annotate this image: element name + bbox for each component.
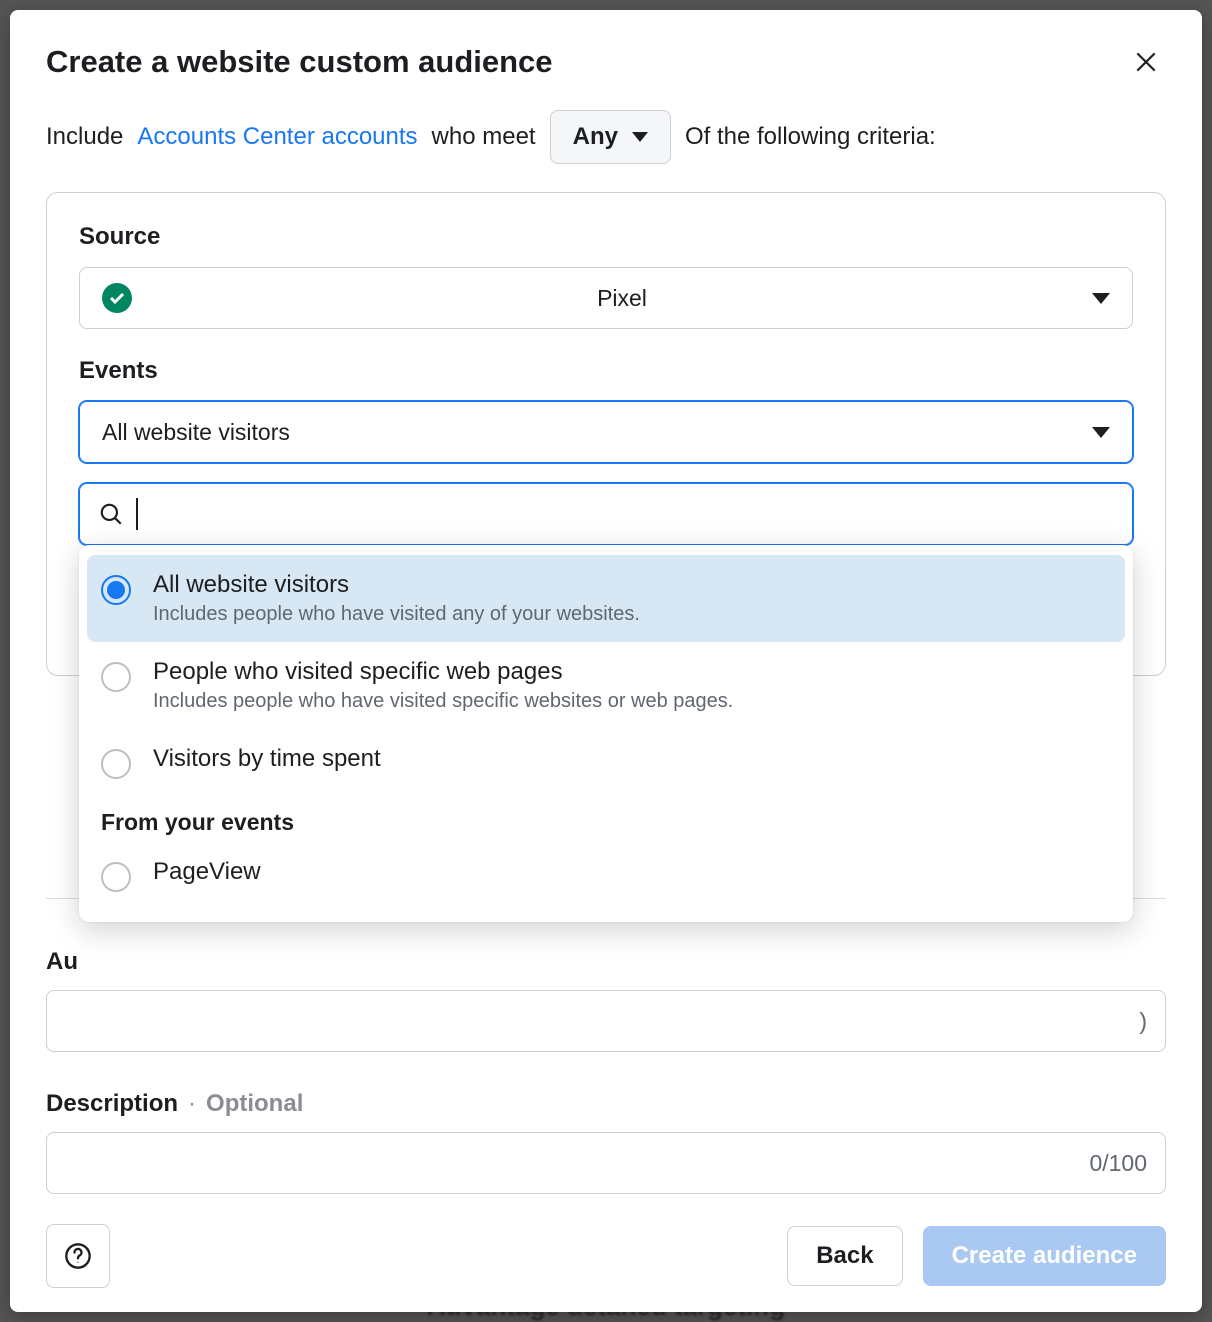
option-title: All website visitors	[153, 571, 1111, 599]
accounts-center-link[interactable]: Accounts Center accounts	[137, 123, 417, 151]
event-option-pageview[interactable]: PageView	[87, 842, 1125, 908]
option-title: Visitors by time spent	[153, 745, 1111, 773]
description-counter: 0/100	[1089, 1150, 1147, 1177]
modal-title: Create a website custom audience	[46, 44, 553, 80]
events-select[interactable]: All website visitors	[79, 401, 1133, 463]
match-type-value: Any	[573, 123, 618, 151]
event-option-all-visitors[interactable]: All website visitors Includes people who…	[87, 555, 1125, 642]
back-button[interactable]: Back	[787, 1226, 902, 1286]
create-audience-modal: Create a website custom audience Include…	[10, 10, 1202, 1312]
option-title: PageView	[153, 858, 1111, 886]
chevron-down-icon	[1092, 293, 1110, 304]
audience-name-input[interactable]: )	[46, 990, 1166, 1052]
modal-header: Create a website custom audience	[10, 10, 1202, 82]
modal-footer: Back Create audience	[46, 1224, 1166, 1288]
description-label: Description	[46, 1090, 178, 1118]
event-option-specific-pages[interactable]: People who visited specific web pages In…	[87, 642, 1125, 729]
who-meet-text: who meet	[432, 123, 536, 151]
events-search-input[interactable]	[150, 484, 1115, 544]
source-select[interactable]: Pixel	[79, 267, 1133, 329]
check-circle-icon	[102, 283, 132, 313]
close-button[interactable]	[1126, 42, 1166, 82]
criteria-sentence: Include Accounts Center accounts who mee…	[10, 82, 1202, 164]
create-audience-button[interactable]: Create audience	[923, 1226, 1166, 1286]
of-following-text: Of the following criteria:	[685, 123, 936, 151]
source-label: Source	[79, 223, 1133, 251]
audience-name-trailing-char: )	[1139, 1008, 1147, 1035]
radio-icon	[101, 749, 131, 779]
criteria-card: Source Pixel Events All website visitors	[46, 192, 1166, 676]
chevron-down-icon	[632, 132, 648, 142]
description-input[interactable]: 0/100	[46, 1132, 1166, 1194]
help-button[interactable]	[46, 1224, 110, 1288]
search-icon	[98, 501, 124, 527]
option-subtitle: Includes people who have visited any of …	[153, 603, 1111, 626]
match-type-select[interactable]: Any	[550, 110, 671, 164]
events-selected-value: All website visitors	[102, 419, 1092, 446]
chevron-down-icon	[1092, 427, 1110, 438]
radio-icon	[101, 575, 131, 605]
audience-name-label-partial: Au	[46, 948, 78, 976]
radio-icon	[101, 662, 131, 692]
events-section: Events All website visitors	[79, 357, 1133, 545]
radio-icon	[101, 862, 131, 892]
optional-label: Optional	[206, 1090, 303, 1118]
source-section: Source Pixel	[79, 223, 1133, 329]
events-dropdown: All website visitors Includes people who…	[79, 545, 1133, 922]
close-icon	[1133, 49, 1159, 75]
events-search-box[interactable]	[79, 483, 1133, 545]
from-your-events-heading: From your events	[87, 795, 1125, 842]
option-title: People who visited specific web pages	[153, 658, 1111, 686]
description-label-row: Description · Optional	[46, 1090, 303, 1118]
event-option-time-spent[interactable]: Visitors by time spent	[87, 729, 1125, 795]
source-selected-value: Pixel	[152, 285, 1092, 312]
help-icon	[64, 1242, 92, 1270]
text-cursor	[136, 498, 138, 530]
events-label: Events	[79, 357, 1133, 385]
footer-actions: Back Create audience	[787, 1226, 1166, 1286]
separator-dot: ·	[188, 1090, 196, 1118]
include-text: Include	[46, 123, 123, 151]
option-subtitle: Includes people who have visited specifi…	[153, 690, 1111, 713]
